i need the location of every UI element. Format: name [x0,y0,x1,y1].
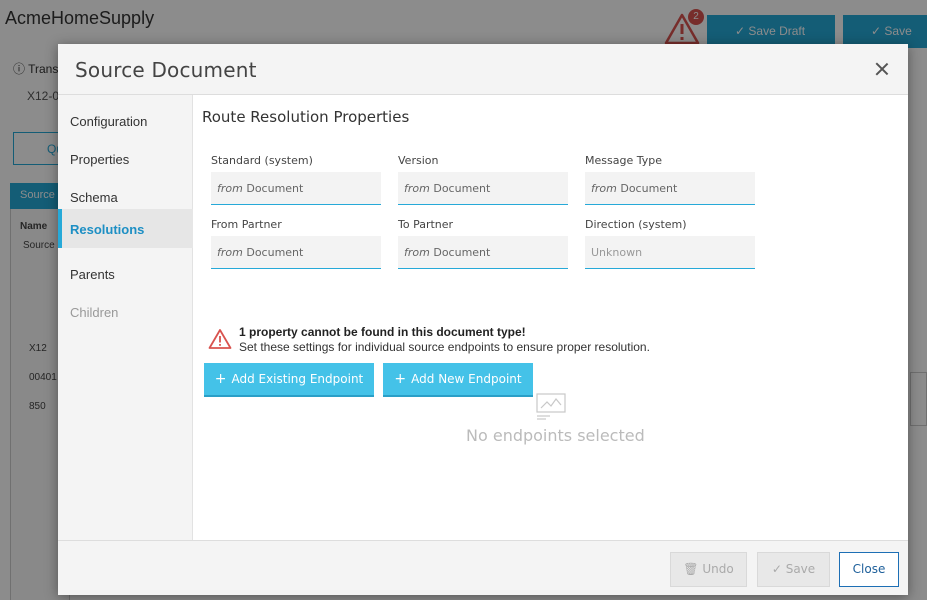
field-label: To Partner [398,218,454,231]
field-value: Document [246,182,304,195]
field-value: Document [433,182,491,195]
field-message-type: Message Type from Document [585,154,755,205]
field-from-partner: From Partner from Document [211,218,381,269]
standard-input[interactable]: from Document [211,172,381,205]
field-value: Document [620,182,678,195]
field-value: Document [433,246,491,259]
undo-button: 🗑 Undo [670,552,747,587]
source-document-modal: Source Document Configuration Properties… [58,44,908,595]
nav-item-children: Children [70,305,119,320]
field-value: Document [246,246,304,259]
modal-header: Source Document [58,44,908,95]
from-prefix: from [404,246,430,259]
empty-state-text: No endpoints selected [466,426,645,445]
field-to-partner: To Partner from Document [398,218,568,269]
add-new-label: Add New Endpoint [411,372,522,386]
field-label: Standard (system) [211,154,313,167]
resolutions-content: Route Resolution Properties Standard (sy… [194,95,908,540]
from-partner-input[interactable]: from Document [211,236,381,269]
field-label: Message Type [585,154,662,167]
field-version: Version from Document [398,154,568,205]
field-direction: Direction (system) Unknown [585,218,755,269]
add-existing-endpoint-button[interactable]: + Add Existing Endpoint [204,363,374,397]
from-prefix: from [217,246,243,259]
field-label: Version [398,154,439,167]
plus-icon: + [394,371,407,387]
warning-title: 1 property cannot be found in this docum… [239,325,526,339]
section-title: Route Resolution Properties [202,108,410,126]
from-prefix: from [404,182,430,195]
close-button[interactable]: Close [839,552,899,587]
to-partner-input[interactable]: from Document [398,236,568,269]
field-label: From Partner [211,218,282,231]
undo-label: Undo [702,562,734,576]
version-input[interactable]: from Document [398,172,568,205]
save-label: Save [785,562,816,576]
message-type-input[interactable]: from Document [585,172,755,205]
image-placeholder-icon [536,393,566,420]
nav-item-resolutions[interactable]: Resolutions [58,209,193,248]
from-prefix: from [591,182,617,195]
from-prefix: from [217,182,243,195]
warning-text: Set these settings for individual source… [239,340,650,354]
add-existing-label: Add Existing Endpoint [231,372,364,386]
nav-item-parents[interactable]: Parents [58,255,193,293]
direction-input[interactable]: Unknown [585,236,755,269]
plus-icon: + [214,371,227,387]
modal-footer: 🗑 Undo ✓ Save Close [58,540,908,595]
field-label: Direction (system) [585,218,687,231]
modal-nav: Configuration Properties Schema Resoluti… [58,95,193,540]
close-icon[interactable] [872,59,892,79]
save-button: ✓ Save [757,552,830,587]
nav-item-properties[interactable]: Properties [58,140,193,178]
warning-icon [208,329,232,349]
nav-item-configuration[interactable]: Configuration [58,102,193,140]
modal-title: Source Document [75,58,257,82]
add-new-endpoint-button[interactable]: + Add New Endpoint [383,363,533,397]
field-standard: Standard (system) from Document [211,154,381,205]
